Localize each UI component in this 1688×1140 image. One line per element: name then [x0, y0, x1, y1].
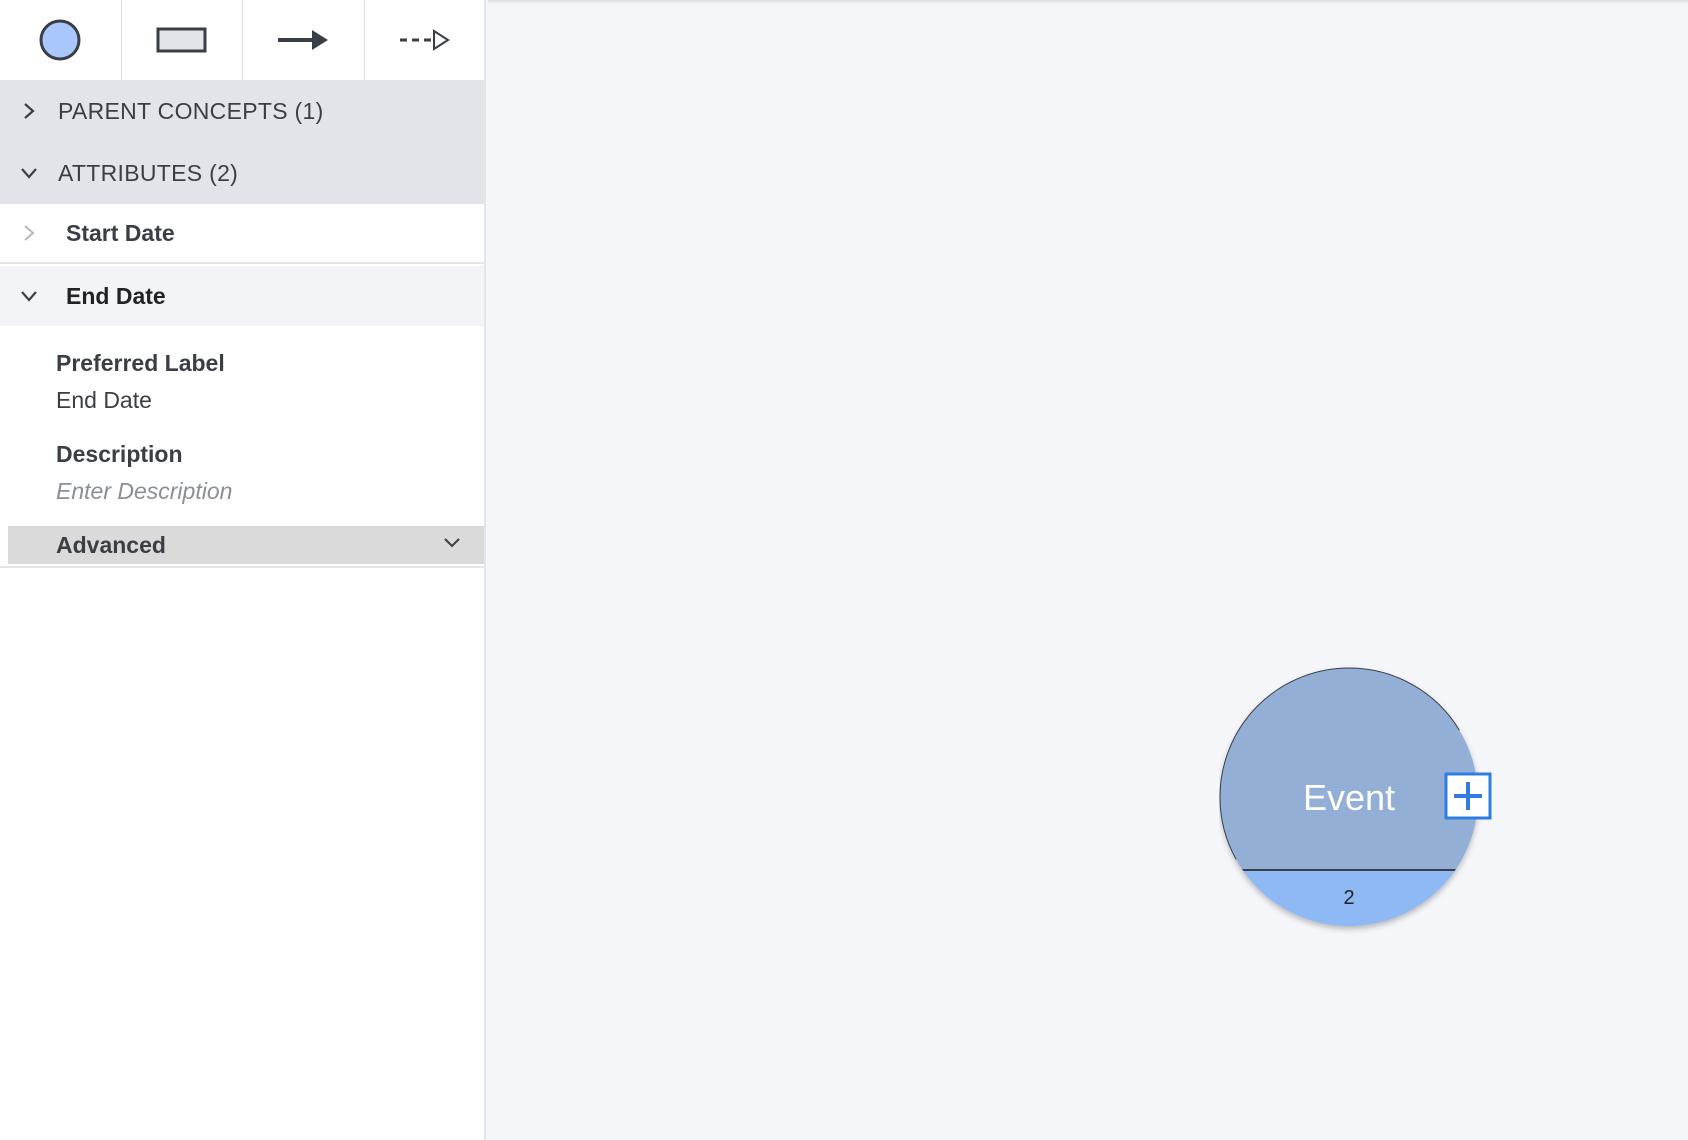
chevron-down-icon: [442, 536, 462, 555]
attribute-row-start-date[interactable]: Start Date: [0, 204, 484, 264]
chevron-down-icon: [18, 285, 40, 307]
parent-concepts-label: PARENT CONCEPTS (1): [58, 97, 324, 124]
advanced-label: Advanced: [56, 532, 166, 558]
node-label: Event: [1303, 777, 1395, 818]
shape-toolbar: [0, 0, 485, 80]
attribute-label-start-date: Start Date: [66, 219, 175, 246]
add-attribute-button[interactable]: [1444, 772, 1492, 820]
chevron-down-icon: [18, 162, 40, 184]
description-field[interactable]: Enter Description: [56, 478, 232, 505]
attribute-row-end-date[interactable]: End Date: [0, 266, 484, 326]
solid-arrow-icon: [278, 30, 329, 50]
attribute-detail-panel: Preferred Label End Date Description Ent…: [8, 326, 484, 526]
dashed-arrow-icon: [400, 29, 451, 51]
section-parent-concepts[interactable]: PARENT CONCEPTS (1): [0, 80, 484, 142]
tool-rectangle[interactable]: [122, 0, 243, 80]
tool-relation-arrow[interactable]: [243, 0, 365, 80]
tool-subclass-arrow[interactable]: [365, 0, 485, 80]
description-title: Description: [56, 441, 183, 467]
advanced-toggle[interactable]: Advanced: [8, 526, 484, 564]
chevron-right-icon: [18, 100, 40, 122]
circle-node-icon: [39, 19, 81, 61]
panel-divider: [0, 566, 484, 568]
node-count: 2: [1343, 887, 1354, 909]
attribute-label-end-date: End Date: [66, 282, 166, 309]
chevron-right-icon: [18, 222, 40, 244]
attributes-label: ATTRIBUTES (2): [58, 159, 239, 186]
preferred-label-title: Preferred Label: [56, 350, 225, 376]
preferred-label-value[interactable]: End Date: [56, 387, 152, 414]
sidebar: PARENT CONCEPTS (1) ATTRIBUTES (2) Start…: [0, 0, 486, 1140]
concept-node-event[interactable]: Event 2: [1219, 665, 1505, 935]
diagram-canvas[interactable]: Event 2: [488, 0, 1688, 1140]
canvas-top-shadow: [488, 0, 1688, 4]
tool-concept-circle[interactable]: [0, 0, 122, 80]
rectangle-node-icon: [156, 27, 207, 53]
section-attributes[interactable]: ATTRIBUTES (2): [0, 142, 484, 204]
